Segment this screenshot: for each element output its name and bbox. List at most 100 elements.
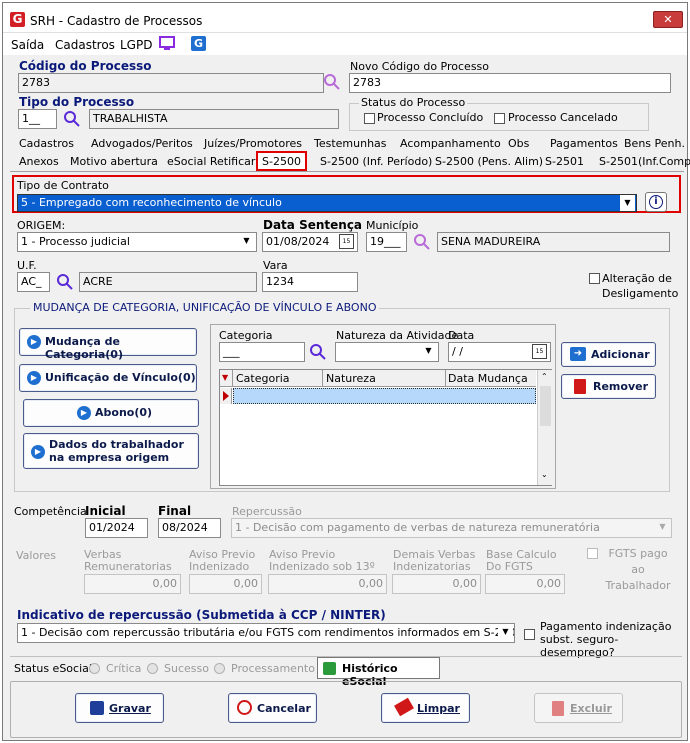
vara-input[interactable]: 1234 (262, 272, 358, 292)
mudanca-categoria-button[interactable]: ▶ Mudança de Categoria(0) (19, 328, 197, 361)
search-municipio-icon[interactable] (413, 233, 431, 251)
tab-pagamentos[interactable]: Pagamentos (546, 135, 622, 153)
tabs-row-2: Anexos Motivo abertura eSocial Retificar… (10, 151, 690, 172)
repercussao-label: Repercussão (232, 505, 302, 518)
status-processo-label: Status do Processo (359, 96, 468, 109)
repercussao-dropdown-icon[interactable]: ▼ (655, 519, 670, 535)
search-tipo-icon[interactable] (63, 110, 81, 128)
unificacao-vinculo-label: Unificação de Vínculo(0) (45, 371, 196, 384)
grid-col-natureza[interactable]: Natureza (326, 372, 376, 385)
final-input[interactable]: 08/2024 (158, 518, 221, 538)
vara-label: Vara (263, 259, 288, 272)
search-codigo-icon[interactable] (323, 73, 341, 91)
grid-scrollbar[interactable]: ⌃ ⌄ (537, 370, 552, 485)
alteracao-desligamento-checkbox[interactable] (589, 273, 600, 284)
fgts-pago-checkbox[interactable] (587, 548, 598, 559)
adicionar-button[interactable]: ➜ Adicionar (561, 342, 656, 367)
tab-bens-penh[interactable]: Bens Penh. (620, 135, 689, 153)
menu-saida[interactable]: Saída (11, 38, 44, 52)
indicativo-dropdown-icon[interactable]: ▼ (498, 624, 513, 640)
gravar-button[interactable]: Gravar (75, 693, 164, 723)
indicativo-select[interactable]: 1 - Decisão com repercussão tributária e… (17, 623, 515, 643)
municipio-label: Município (366, 219, 419, 232)
codigo-input[interactable]: 2783 (18, 73, 324, 93)
tab-s2500-pens-alim[interactable]: S-2500 (Pens. Alim) (431, 153, 547, 171)
natureza-dropdown-icon[interactable]: ▼ (421, 343, 436, 359)
processo-concluido-label: Processo Concluído (377, 111, 484, 124)
tab-s2500-inf-periodo[interactable]: S-2500 (Inf. Período) (316, 153, 436, 171)
esocial-logo-icon[interactable]: G (191, 36, 206, 51)
demais-verbas-label: Demais Verbas Indenizatorias (393, 548, 476, 573)
close-button[interactable]: ✕ (653, 11, 683, 28)
tab-s2501[interactable]: S-2501 (541, 153, 588, 171)
tipo-processo-code[interactable]: 1__ (18, 109, 57, 129)
grid-selected-row[interactable] (233, 388, 536, 404)
novo-codigo-input[interactable]: 2783 (349, 73, 671, 93)
window-title: SRH - Cadastro de Processos (30, 14, 203, 28)
menu-lgpd[interactable]: LGPD (120, 38, 152, 52)
dados-trabalhador-button[interactable]: ▶ Dados do trabalhador na empresa origem (23, 433, 199, 469)
tab-motivo-abertura[interactable]: Motivo abertura (66, 153, 162, 171)
categoria-input[interactable]: ___ (219, 342, 305, 362)
info-button[interactable]: i (645, 192, 667, 212)
tab-obs[interactable]: Obs (504, 135, 533, 153)
base-fgts-input[interactable]: 0,00 (485, 574, 565, 594)
verbas-remuneratorias-label: Verbas Remuneratorias (84, 548, 172, 573)
historico-esocial-button[interactable]: Histórico eSocial (317, 657, 440, 688)
abono-button[interactable]: ▶ Abono(0) (23, 399, 199, 427)
verbas-remuneratorias-input[interactable]: 0,00 (84, 574, 181, 594)
aviso-previo-13-input[interactable]: 0,00 (268, 574, 387, 594)
trash-icon (552, 701, 564, 716)
limpar-button[interactable]: Limpar (381, 693, 470, 723)
inicial-input[interactable]: 01/2024 (85, 518, 148, 538)
remover-button[interactable]: Remover (561, 374, 656, 399)
tab-anexos[interactable]: Anexos (15, 153, 63, 171)
municipio-code[interactable]: 19___ (366, 232, 407, 252)
scroll-thumb[interactable] (540, 386, 551, 426)
aviso-previo-label: Aviso Previo Indenizado (189, 548, 256, 573)
tab-s2501-inf-compl[interactable]: S-2501(Inf.Compl) (595, 153, 690, 171)
grid-col-data-mudanca[interactable]: Data Mudança (448, 372, 528, 385)
aviso-previo-input[interactable]: 0,00 (189, 574, 262, 594)
uf-code[interactable]: AC_ (17, 272, 50, 292)
tab-s2500[interactable]: S-2500 (256, 151, 307, 171)
repercussao-select[interactable]: 1 - Decisão com pagamento de verbas de n… (231, 518, 672, 538)
tab-testemunhas[interactable]: Testemunhas (310, 135, 391, 153)
critica-radio[interactable] (89, 663, 100, 674)
limpar-label: Limpar (417, 702, 460, 715)
data-mudanca-calendar-icon[interactable]: 15 (532, 344, 547, 359)
processo-cancelado-checkbox[interactable] (494, 113, 505, 124)
tab-cadastros[interactable]: Cadastros (15, 135, 78, 153)
tipo-contrato-dropdown-icon[interactable]: ▼ (620, 195, 635, 211)
sucesso-radio[interactable] (147, 663, 158, 674)
menu-cadastros[interactable]: Cadastros (55, 38, 115, 52)
monitor-icon[interactable] (159, 36, 175, 51)
sucesso-label: Sucesso (164, 662, 209, 675)
origem-label: ORIGEM: (17, 219, 66, 232)
search-uf-icon[interactable] (56, 273, 74, 291)
cancelar-button[interactable]: Cancelar (228, 693, 317, 723)
tab-esocial-retificar[interactable]: eSocial Retificar (163, 153, 259, 171)
origem-dropdown-icon[interactable]: ▼ (239, 233, 254, 249)
unificacao-vinculo-button[interactable]: ▶ Unificação de Vínculo(0) (19, 364, 197, 392)
processamento-radio[interactable] (214, 663, 225, 674)
pagamento-indenizacao-checkbox[interactable] (524, 629, 535, 640)
tab-advogados[interactable]: Advogados/Peritos (87, 135, 197, 153)
scroll-down-icon[interactable]: ⌄ (541, 470, 548, 479)
play-icon: ▶ (27, 371, 41, 385)
tab-acompanhamento[interactable]: Acompanhamento (396, 135, 505, 153)
adicionar-label: Adicionar (591, 348, 650, 361)
demais-verbas-input[interactable]: 0,00 (392, 574, 481, 594)
search-categoria-icon[interactable] (309, 343, 327, 361)
tipo-contrato-select[interactable]: 5 - Empregado com reconhecimento de vínc… (17, 194, 637, 212)
excluir-button[interactable]: Excluir (534, 693, 623, 723)
title-bar: G SRH - Cadastro de Processos ✕ (3, 3, 687, 33)
natureza-label: Natureza da Atividade (336, 329, 459, 342)
mudanca-grid[interactable]: ▼ Categoria Natureza Data Mudança ⌃ ⌄ (219, 369, 552, 486)
abono-label: Abono(0) (95, 406, 153, 419)
processo-concluido-checkbox[interactable] (364, 113, 375, 124)
data-sentenca-calendar-icon[interactable]: 15 (339, 234, 354, 249)
scroll-up-icon[interactable]: ⌃ (541, 372, 548, 381)
origem-select[interactable]: 1 - Processo judicial (17, 232, 257, 252)
grid-col-categoria[interactable]: Categoria (236, 372, 290, 385)
